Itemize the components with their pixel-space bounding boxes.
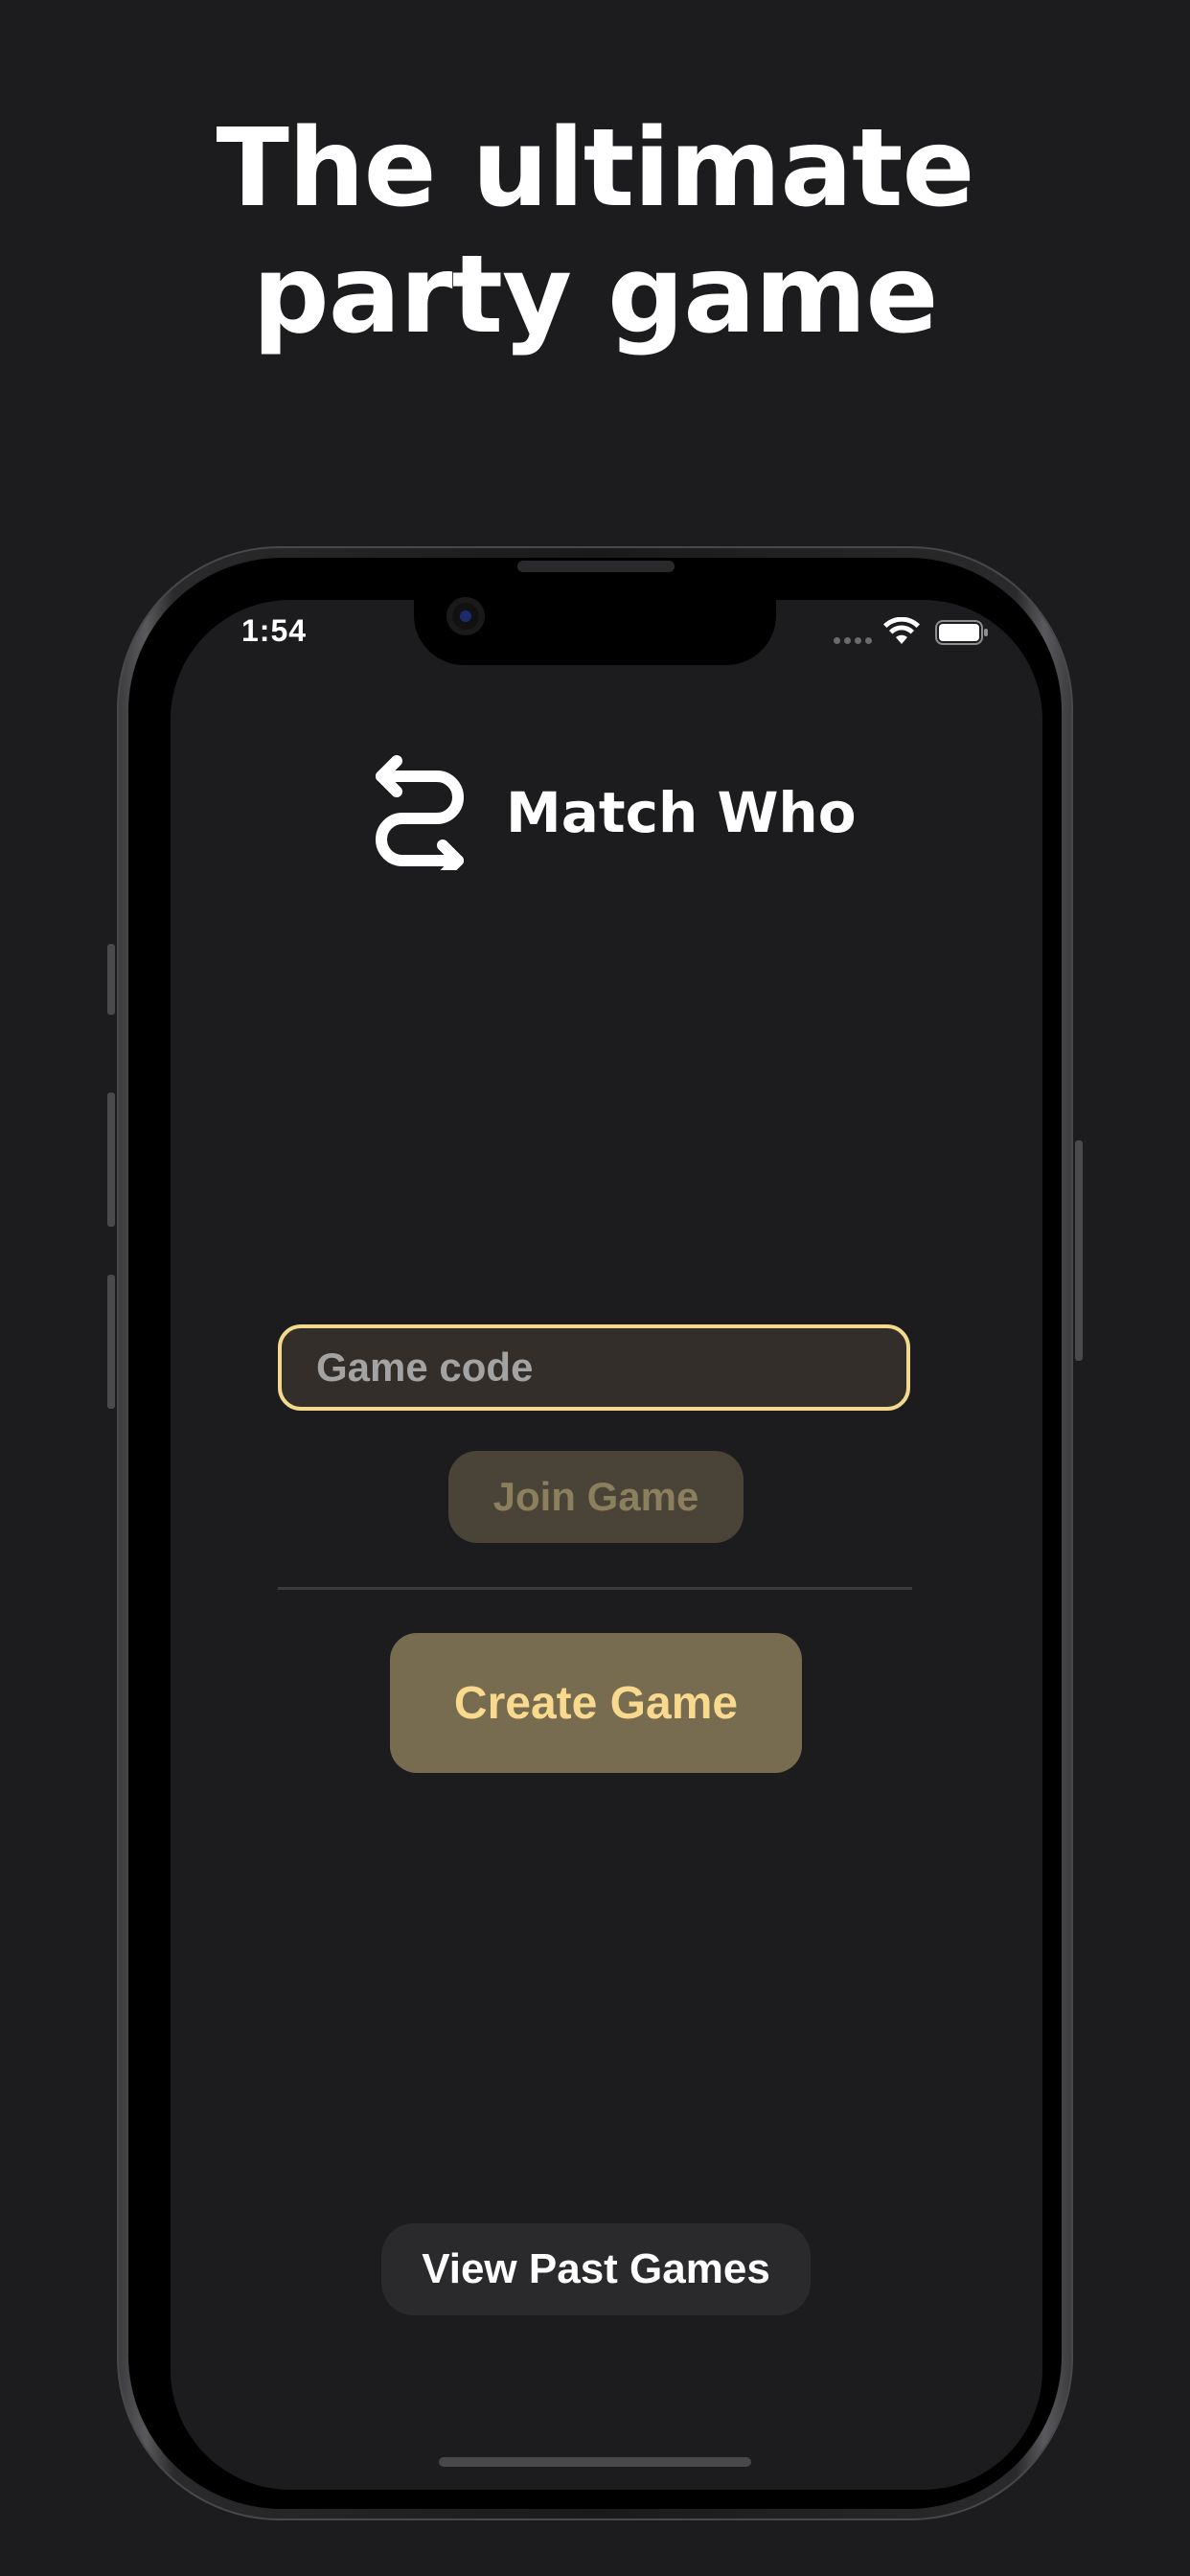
app-header: Match Who — [368, 755, 857, 870]
phone-screen — [171, 600, 1042, 2490]
create-game-button[interactable]: Create Game — [390, 1633, 802, 1773]
app-name: Match Who — [506, 780, 857, 845]
battery-icon — [935, 620, 988, 645]
section-divider — [278, 1587, 912, 1590]
promo-headline: The ultimate party game — [0, 105, 1190, 358]
home-indicator — [439, 2457, 751, 2467]
wifi-icon — [883, 617, 920, 644]
volume-up-button — [107, 1092, 115, 1227]
promo-headline-line-2: party game — [252, 233, 939, 357]
mute-switch — [107, 944, 115, 1015]
volume-down-button — [107, 1275, 115, 1409]
join-game-button[interactable]: Join Game — [448, 1451, 744, 1543]
status-time: 1:54 — [241, 613, 308, 648]
view-past-games-button[interactable]: View Past Games — [381, 2223, 811, 2315]
front-camera — [446, 597, 485, 635]
power-button — [1075, 1140, 1083, 1361]
earpiece-speaker — [517, 561, 675, 572]
cellular-signal-icon — [834, 637, 872, 644]
game-code-input[interactable] — [278, 1324, 910, 1411]
swap-arrows-icon — [376, 755, 464, 870]
promo-headline-line-1: The ultimate — [216, 106, 975, 231]
